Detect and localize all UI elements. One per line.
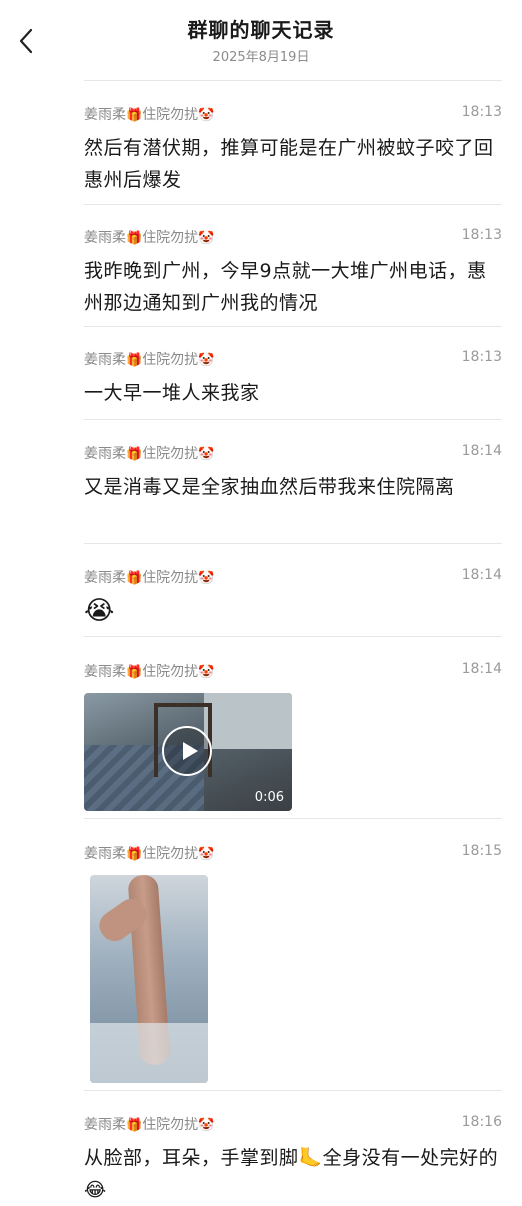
divider (84, 1090, 502, 1091)
message-meta: 姜雨柔🎁住院勿扰🤡 18:14 (84, 567, 502, 589)
message-item[interactable]: 姜雨柔🎁住院勿扰🤡 18:15 (84, 843, 502, 1083)
message-time: 18:16 (461, 1114, 502, 1130)
clown-icon: 🤡 (198, 571, 215, 586)
message-text: 从脸部，耳朵，手掌到脚🦶全身没有一处完好的😂 (84, 1147, 499, 1201)
gift-icon: 🎁 (126, 447, 143, 462)
clown-icon: 🤡 (198, 108, 215, 123)
clown-icon: 🤡 (198, 231, 215, 246)
photo-thumbnail[interactable] (90, 875, 208, 1083)
message-meta: 姜雨柔🎁住院勿扰🤡 18:13 (84, 349, 502, 371)
message-time: 18:13 (461, 227, 502, 243)
video-thumbnail[interactable]: 0:06 (84, 693, 292, 811)
divider (84, 636, 502, 637)
message-text: 一大早一堆人来我家 (84, 382, 260, 404)
message-meta: 姜雨柔🎁住院勿扰🤡 18:15 (84, 843, 502, 865)
sender-name: 姜雨柔🎁住院勿扰🤡 (84, 352, 215, 368)
gift-icon: 🎁 (126, 108, 143, 123)
message-item[interactable]: 姜雨柔🎁住院勿扰🤡 18:14 0:06 (84, 661, 502, 811)
message-time: 18:15 (461, 843, 502, 859)
message-meta: 姜雨柔🎁住院勿扰🤡 18:13 (84, 104, 502, 126)
clown-icon: 🤡 (198, 665, 215, 680)
divider (84, 326, 502, 327)
photo-sheet (90, 1023, 208, 1083)
gift-icon: 🎁 (126, 1118, 143, 1133)
message-item[interactable]: 姜雨柔🎁住院勿扰🤡 18:14 😭 (84, 567, 502, 627)
sender-name: 姜雨柔🎁住院勿扰🤡 (84, 230, 215, 246)
message-text: 又是消毒又是全家抽血然后带我来住院隔离 (84, 476, 455, 498)
gift-icon: 🎁 (126, 353, 143, 368)
sender-name: 姜雨柔🎁住院勿扰🤡 (84, 570, 215, 586)
gift-icon: 🎁 (126, 665, 143, 680)
sender-name: 姜雨柔🎁住院勿扰🤡 (84, 107, 215, 123)
sender-name: 姜雨柔🎁住院勿扰🤡 (84, 446, 215, 462)
message-time: 18:13 (461, 349, 502, 365)
message-time: 18:13 (461, 104, 502, 120)
divider (84, 543, 502, 544)
divider (84, 80, 502, 81)
gift-icon: 🎁 (126, 847, 143, 862)
message-time: 18:14 (461, 443, 502, 459)
clown-icon: 🤡 (198, 447, 215, 462)
chat-date: 2025年8月19日 (212, 50, 310, 65)
message-time: 18:14 (461, 567, 502, 583)
message-text: 我昨晚到广州，今早9点就一大堆广州电话，惠州那边通知到广州我的情况 (84, 260, 487, 314)
video-duration: 0:06 (254, 790, 284, 805)
message-text: 然后有潜伏期，推算可能是在广州被蚊子咬了回惠州后爆发 (84, 137, 494, 191)
gift-icon: 🎁 (126, 231, 143, 246)
clown-icon: 🤡 (198, 847, 215, 862)
divider (84, 419, 502, 420)
sender-name: 姜雨柔🎁住院勿扰🤡 (84, 1117, 215, 1133)
header: 群聊的聊天记录 2025年8月19日 (0, 0, 522, 80)
divider (84, 818, 502, 819)
play-icon[interactable] (162, 726, 212, 776)
clown-icon: 🤡 (198, 353, 215, 368)
video-scene-window (204, 693, 292, 749)
message-meta: 姜雨柔🎁住院勿扰🤡 18:16 (84, 1114, 502, 1136)
crying-emoji: 😭 (84, 596, 115, 626)
page-title: 群聊的聊天记录 (187, 18, 335, 42)
message-item[interactable]: 姜雨柔🎁住院勿扰🤡 18:13 一大早一堆人来我家 (84, 349, 502, 409)
message-item[interactable]: 姜雨柔🎁住院勿扰🤡 18:13 然后有潜伏期，推算可能是在广州被蚊子咬了回惠州后… (84, 104, 502, 196)
message-meta: 姜雨柔🎁住院勿扰🤡 18:14 (84, 661, 502, 683)
clown-icon: 🤡 (198, 1118, 215, 1133)
message-item[interactable]: 姜雨柔🎁住院勿扰🤡 18:14 又是消毒又是全家抽血然后带我来住院隔离 (84, 443, 502, 503)
gift-icon: 🎁 (126, 571, 143, 586)
divider (84, 204, 502, 205)
message-meta: 姜雨柔🎁住院勿扰🤡 18:13 (84, 227, 502, 249)
message-time: 18:14 (461, 661, 502, 677)
message-item[interactable]: 姜雨柔🎁住院勿扰🤡 18:13 我昨晚到广州，今早9点就一大堆广州电话，惠州那边… (84, 227, 502, 319)
sender-name: 姜雨柔🎁住院勿扰🤡 (84, 664, 215, 680)
message-meta: 姜雨柔🎁住院勿扰🤡 18:14 (84, 443, 502, 465)
sender-name: 姜雨柔🎁住院勿扰🤡 (84, 846, 215, 862)
message-item[interactable]: 姜雨柔🎁住院勿扰🤡 18:16 从脸部，耳朵，手掌到脚🦶全身没有一处完好的😂 (84, 1114, 502, 1206)
